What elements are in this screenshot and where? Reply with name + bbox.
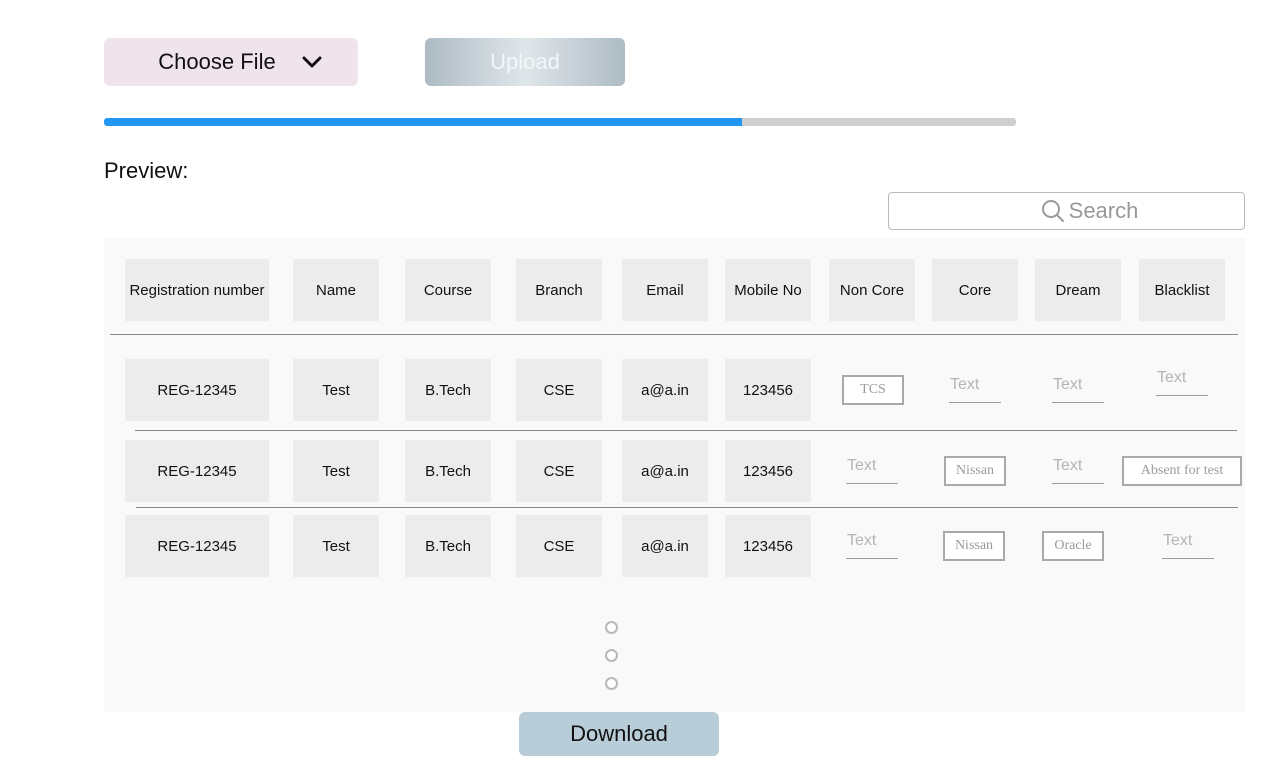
row3-name: Test: [293, 515, 379, 577]
header-dream: Dream: [1035, 259, 1121, 321]
header-blacklist: Blacklist: [1139, 259, 1225, 321]
row2-non-core-input[interactable]: Text: [846, 456, 898, 484]
header-core: Core: [932, 259, 1018, 321]
header-email: Email: [622, 259, 708, 321]
choose-file-label: Choose File: [158, 49, 276, 74]
upload-button-label: Upload: [490, 49, 560, 74]
row-divider: [136, 507, 1238, 508]
upload-progress-bar: [104, 118, 1016, 126]
download-button-label: Download: [570, 721, 668, 746]
choose-file-dropdown[interactable]: Choose File: [104, 38, 358, 86]
header-course: Course: [405, 259, 491, 321]
header-non-core: Non Core: [829, 259, 915, 321]
search-placeholder: Search: [1068, 198, 1139, 223]
download-button[interactable]: Download: [519, 712, 719, 756]
row2-mobile-no: 123456: [725, 440, 811, 502]
upload-button[interactable]: Upload: [425, 38, 625, 86]
row1-registration-number: REG-12345: [125, 359, 269, 421]
row1-mobile-no: 123456: [725, 359, 811, 421]
row3-mobile-no: 123456: [725, 515, 811, 577]
row1-course: B.Tech: [405, 359, 491, 421]
row2-branch: CSE: [516, 440, 602, 502]
row2-blacklist-input[interactable]: Absent for test: [1122, 456, 1242, 486]
row2-email: a@a.in: [622, 440, 708, 502]
row3-non-core-input[interactable]: Text: [846, 531, 898, 559]
row1-branch: CSE: [516, 359, 602, 421]
row3-dream-input[interactable]: Oracle: [1042, 531, 1104, 561]
row1-non-core-input[interactable]: TCS: [842, 375, 904, 405]
header-name: Name: [293, 259, 379, 321]
row1-core-input[interactable]: Text: [949, 375, 1001, 403]
row1-dream-input[interactable]: Text: [1052, 375, 1104, 403]
row1-blacklist-input[interactable]: Text: [1156, 368, 1208, 396]
header-branch: Branch: [516, 259, 602, 321]
row1-email: a@a.in: [622, 359, 708, 421]
header-divider: [110, 334, 1238, 335]
row2-course: B.Tech: [405, 440, 491, 502]
page-dot[interactable]: [605, 621, 618, 634]
row2-name: Test: [293, 440, 379, 502]
header-registration-number: Registration number: [125, 259, 269, 321]
chevron-down-icon: [302, 55, 322, 69]
row3-branch: CSE: [516, 515, 602, 577]
page-dot[interactable]: [605, 649, 618, 662]
row2-dream-input[interactable]: Text: [1052, 456, 1104, 484]
preview-heading: Preview:: [104, 158, 189, 183]
row-divider: [135, 430, 1237, 431]
row3-email: a@a.in: [622, 515, 708, 577]
row2-core-input[interactable]: Nissan: [944, 456, 1006, 486]
upload-progress-fill: [104, 118, 743, 126]
page-dot[interactable]: [605, 677, 618, 690]
row3-blacklist-input[interactable]: Text: [1162, 531, 1214, 559]
row3-registration-number: REG-12345: [125, 515, 269, 577]
search-icon: [1041, 199, 1065, 223]
row1-name: Test: [293, 359, 379, 421]
row3-core-input[interactable]: Nissan: [943, 531, 1005, 561]
search-input[interactable]: Search: [888, 192, 1245, 230]
row2-registration-number: REG-12345: [125, 440, 269, 502]
row3-course: B.Tech: [405, 515, 491, 577]
header-mobile-no: Mobile No: [725, 259, 811, 321]
